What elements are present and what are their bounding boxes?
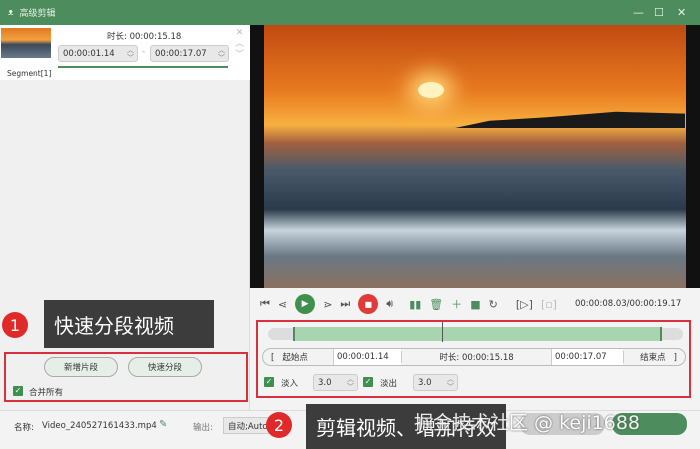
edit-name-icon[interactable]: ✎ [159, 419, 167, 430]
fade-in-checkbox[interactable]: ✓ [264, 377, 274, 387]
go-end-icon[interactable]: ⏭ [340, 297, 350, 311]
set-start-button[interactable]: [ 起始点 [263, 351, 333, 363]
step-back-icon[interactable]: ⋖ [278, 298, 287, 311]
playhead[interactable] [442, 322, 444, 342]
fade-in-input[interactable]: 3.0 ︿ ﹀ [313, 374, 358, 391]
volume-icon[interactable]: 🔊︎ [386, 297, 393, 311]
segment-label: Segment[1] [7, 69, 52, 78]
segment-range-bar [58, 66, 228, 68]
new-segment-button[interactable]: 新增片段 [44, 357, 118, 377]
segment-thumbnail [1, 28, 51, 58]
output-label: 输出: [193, 423, 213, 433]
app-logo-icon: ᴥ [8, 8, 14, 18]
file-name: Video_240527161433.mp4 [42, 421, 157, 431]
merge-all-label: 合并所有 [29, 388, 64, 398]
trim-duration: 时长: 00:00:15.18 [401, 351, 551, 363]
trim-start-input[interactable]: 00:00:01.14 [333, 349, 401, 365]
fade-out-input[interactable]: 3.0 ︿ ﹀ [413, 374, 458, 391]
step-forward-icon[interactable]: ⋗ [323, 298, 332, 311]
reset-icon[interactable]: ↻ [489, 298, 498, 311]
fade-out-checkbox[interactable]: ✓ [363, 377, 373, 387]
maximize-button[interactable]: ☐ [654, 6, 664, 19]
segment-duration: 时长: 00:00:15.18 [107, 32, 182, 42]
add-icon[interactable]: ＋ [451, 296, 462, 312]
separator: - [142, 47, 146, 57]
preview-segment-icon[interactable]: [▷] [516, 298, 533, 311]
fade-in-label: 淡入 [281, 379, 299, 389]
watermark: 掘金技术社区 @ keji1688 [414, 412, 641, 434]
merge-all-checkbox[interactable]: ✓ [13, 386, 23, 396]
trim-bar: [ 起始点 00:00:01.14 时长: 00:00:15.18 00:00:… [262, 348, 686, 366]
copy-icon[interactable]: ■ [470, 298, 480, 311]
video-sun [418, 82, 444, 98]
split-icon[interactable]: ▮▮ [409, 298, 421, 311]
callout-2-badge: 2 [266, 412, 292, 438]
window-title: 高级剪辑 [19, 9, 56, 19]
video-frame [264, 25, 686, 288]
player-controls: ⏮ ⋖ ▶ ⋗ ⏭ ■ 🔊︎ ▮▮ 🗑︎ ＋ ■ ↻ [▷] [▫] 00:00… [250, 288, 700, 320]
segment-start-input[interactable]: 00:00:01.14 ︿ ﹀ [58, 45, 138, 62]
segment-end-input[interactable]: 00:00:17.07 ︿ ﹀ [150, 45, 229, 62]
delete-icon[interactable]: 🗑︎ [429, 298, 443, 311]
quick-split-button[interactable]: 快速分段 [128, 357, 202, 377]
name-label: 名称: [14, 423, 34, 433]
segment-remove-icon[interactable]: ✕ ︿ ﹀ [235, 28, 244, 61]
snapshot-icon[interactable]: [▫] [541, 298, 557, 311]
timeline-selected-range[interactable] [292, 327, 663, 341]
set-end-button[interactable]: 结束点 ] [623, 351, 685, 363]
trim-end-input[interactable]: 00:00:17.07 [551, 349, 623, 365]
minimize-button[interactable]: — [633, 6, 644, 19]
callout-1-badge: 1 [2, 312, 28, 338]
title-bar: ᴥ 高级剪辑 — ☐ ✕ [0, 0, 700, 25]
fade-out-label: 淡出 [380, 379, 398, 389]
go-start-icon[interactable]: ⏮ [260, 297, 270, 311]
callout-1: 快速分段视频 [44, 300, 214, 348]
close-button[interactable]: ✕ [677, 6, 686, 19]
stop-button[interactable]: ■ [358, 294, 379, 314]
time-display: 00:00:08.03/00:00:19.17 [574, 299, 682, 309]
play-button[interactable]: ▶ [295, 294, 316, 314]
